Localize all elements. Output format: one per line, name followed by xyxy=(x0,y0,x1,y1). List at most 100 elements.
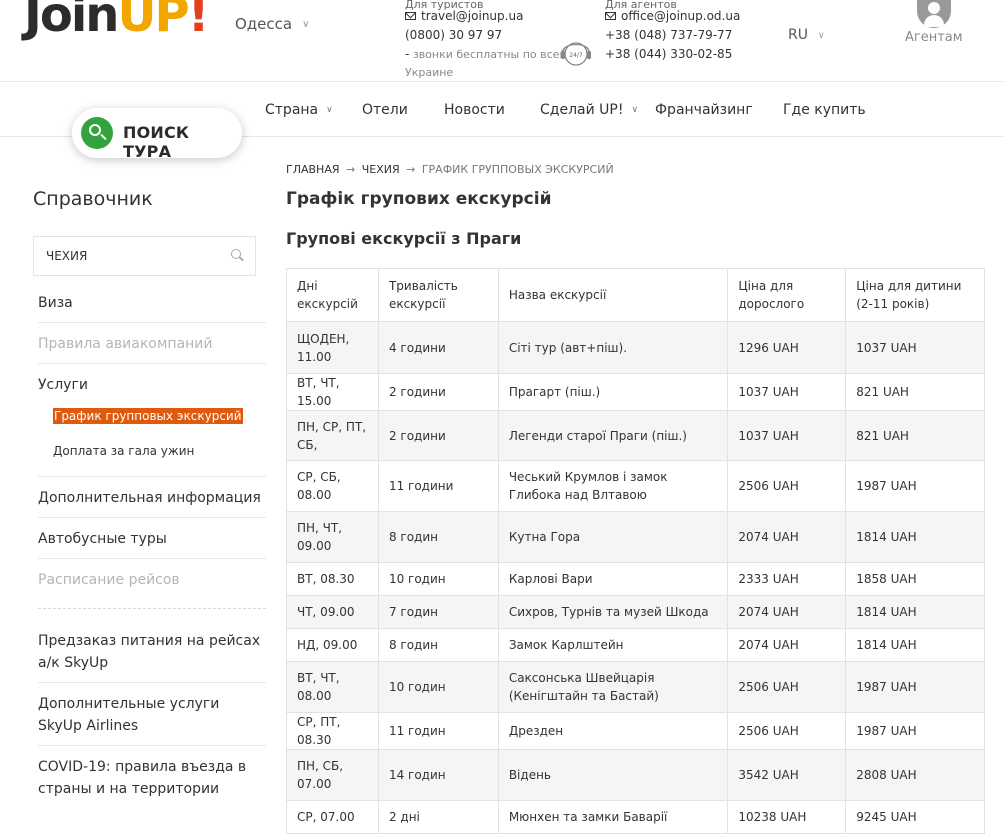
table-cell-col-child-price: 1987 UAH xyxy=(845,712,985,750)
table-cell-col-days: ПН, ЧТ, 09.00 xyxy=(286,511,379,563)
sidebar-search-value: ЧЕХИЯ xyxy=(46,249,88,263)
sidebar-item-meal-preorder[interactable]: Предзаказ питания на рейсах а/к SkyUp xyxy=(38,630,268,674)
table-cell-col-name: Відень xyxy=(497,749,729,801)
table-cell-col-duration: 2 години xyxy=(377,410,499,461)
table-cell-col-name: Мюнхен та замки Баварії xyxy=(497,800,729,834)
table-cell-col-duration: 11 годин xyxy=(377,712,499,750)
breadcrumb-home[interactable]: ГЛАВНАЯ xyxy=(286,163,340,176)
nav-item-make-up[interactable]: Сделай UP! ∨ xyxy=(540,102,638,118)
nav-item-label: Отели xyxy=(362,102,408,118)
table-header: Дні екскурсій Тривалість екскурсії Назва е… xyxy=(286,268,985,322)
chevron-down-icon: ∨ xyxy=(302,19,310,30)
table-cell-col-days: ВТ, ЧТ, 15.00 xyxy=(286,373,379,411)
sidebar-item-airline-rules[interactable]: Правила авиакомпаний xyxy=(38,333,213,355)
nav-item-country[interactable]: Страна ∨ xyxy=(265,102,333,118)
sidebar-divider xyxy=(38,363,266,364)
column-header-col-child-price: Ціна для дитини (2-11 років) xyxy=(845,268,985,322)
tourists-phone[interactable]: (0800) 30 97 97 xyxy=(405,26,567,45)
table-cell-col-child-price: 1858 UAH xyxy=(845,562,985,596)
city-selector[interactable]: Одесса ∨ xyxy=(235,15,309,33)
chevron-down-icon: ∨ xyxy=(326,105,333,115)
nav-item-news[interactable]: Новости xyxy=(444,102,505,118)
sidebar-subitem-gala-dinner[interactable]: Доплата за гала ужин xyxy=(53,444,194,458)
table-cell-col-adult-price: 1037 UAH xyxy=(727,410,847,461)
breadcrumb: ГЛАВНАЯ → ЧЕХИЯ → ГРАФИК ГРУППОВЫХ ЭКСКУ… xyxy=(286,163,614,176)
search-tour-button[interactable]: ПОИСК ТУРА xyxy=(72,108,242,161)
table-cell-col-days: СР, 07.00 xyxy=(286,800,379,834)
chevron-down-icon: ∨ xyxy=(631,105,639,115)
nav-item-franchising[interactable]: Франчайзинг xyxy=(655,102,753,118)
table-cell-col-duration: 8 годин xyxy=(377,628,499,662)
logo-exclamation: ! xyxy=(187,0,210,43)
table-cell-col-name: Чеський Крумлов і замок Глибока над Влта… xyxy=(497,460,729,512)
table-row: СР, 07.00 2 дні Мюнхен та замки Баварії 102… xyxy=(286,800,985,834)
sidebar-item-extra-info[interactable]: Дополнительная информация xyxy=(38,487,261,509)
table-cell-col-child-price: 1814 UAH xyxy=(845,595,985,629)
agents-phone-2[interactable]: +38 (044) 330-02-85 xyxy=(605,45,740,64)
table-cell-col-duration: 4 години xyxy=(377,321,499,374)
table-cell-col-adult-price: 3542 UAH xyxy=(727,749,847,801)
table-cell-col-adult-price: 2074 UAH xyxy=(727,628,847,662)
table-cell-col-days: ПН, СБ, 07.00 xyxy=(286,749,379,801)
table-cell-col-days: НД, 09.00 xyxy=(286,628,379,662)
search-icon xyxy=(81,117,113,149)
table-cell-col-duration: 2 години xyxy=(377,373,499,411)
table-cell-col-child-price: 1987 UAH xyxy=(845,661,985,713)
logo-join-text: Join xyxy=(24,0,119,43)
table-row: СР, СБ, 08.00 11 години Чеський Крумлов і … xyxy=(286,460,985,512)
sidebar-subitem-group-excursions[interactable]: График групповых экскурсий xyxy=(53,408,243,424)
search-icon[interactable] xyxy=(231,249,245,263)
sidebar-item-bus-tours[interactable]: Автобусные туры xyxy=(38,528,167,550)
logo[interactable]: JoinUP! xyxy=(24,0,210,44)
table-cell-col-adult-price: 2506 UAH xyxy=(727,460,847,512)
table-cell-col-days: СР, ПТ, 08.30 xyxy=(286,712,379,750)
table-cell-col-child-price: 821 UAH xyxy=(845,410,985,461)
sidebar-search-input[interactable]: ЧЕХИЯ xyxy=(33,236,256,276)
table-cell-col-duration: 10 годин xyxy=(377,661,499,713)
table-cell-col-name: Замок Карлштейн xyxy=(497,628,729,662)
table-cell-col-name: Дрезден xyxy=(497,712,729,750)
nav-item-where-to-buy[interactable]: Где купить xyxy=(783,102,866,118)
agents-contacts: Для агентов office@joinup.od.ua +38 (048… xyxy=(605,0,740,64)
free-calls-note: - звонки бесплатны по всей xyxy=(405,45,567,64)
column-header-col-duration: Тривалість екскурсії xyxy=(377,268,499,322)
table-row: ПН, СР, ПТ, СБ, 2 години Легенди старої Пр… xyxy=(286,410,985,461)
table-cell-col-child-price: 1814 UAH xyxy=(845,628,985,662)
table-cell-col-adult-price: 2506 UAH xyxy=(727,661,847,713)
table-cell-col-adult-price: 10238 UAH xyxy=(727,800,847,834)
nav-item-label: Новости xyxy=(444,102,505,118)
language-selector[interactable]: RU ∨ xyxy=(788,27,825,43)
chevron-down-icon: ∨ xyxy=(817,31,825,41)
table-row: ЩОДЕН, 11.00 4 години Сіті тур (авт+піш). 1… xyxy=(286,321,985,374)
table-cell-col-child-price: 1987 UAH xyxy=(845,460,985,512)
table-row: ПН, СБ, 07.00 14 годин Відень 3542 UAH 2808 … xyxy=(286,749,985,801)
agents-login[interactable]: Агентам xyxy=(905,0,963,45)
table-cell-col-duration: 11 години xyxy=(377,460,499,512)
table-cell-col-child-price: 821 UAH xyxy=(845,373,985,411)
sidebar-divider xyxy=(38,682,266,683)
sidebar-item-visa[interactable]: Виза xyxy=(38,292,73,314)
breadcrumb-arrow: → xyxy=(346,163,356,176)
table-cell-col-name: Кутна Гора xyxy=(497,511,729,563)
table-cell-col-duration: 14 годин xyxy=(377,749,499,801)
table-row: ВТ, 08.30 10 годин Карлові Вари 2333 UAH 185… xyxy=(286,562,985,596)
sidebar-item-flight-schedule[interactable]: Расписание рейсов xyxy=(38,569,180,591)
breadcrumb-country[interactable]: ЧЕХИЯ xyxy=(362,163,400,176)
sidebar-item-covid[interactable]: COVID-19: правила въезда в страны и на т… xyxy=(38,756,263,800)
sidebar-item-skyup-services[interactable]: Дополнительные услуги SkyUp Airlines xyxy=(38,693,263,737)
nav-item-label: Франчайзинг xyxy=(655,102,753,118)
table-cell-col-adult-price: 1037 UAH xyxy=(727,373,847,411)
table-cell-col-days: ПН, СР, ПТ, СБ, xyxy=(286,410,379,461)
agents-phone-1[interactable]: +38 (048) 737-79-77 xyxy=(605,26,740,45)
table-cell-col-adult-price: 1296 UAH xyxy=(727,321,847,374)
table-row: ПН, ЧТ, 09.00 8 годин Кутна Гора 2074 UAH 18… xyxy=(286,511,985,563)
table-cell-col-name: Карлові Вари xyxy=(497,562,729,596)
sidebar-item-services[interactable]: Услуги xyxy=(38,374,88,396)
table-body: ЩОДЕН, 11.00 4 години Сіті тур (авт+піш). 1… xyxy=(286,321,985,834)
nav-item-hotels[interactable]: Отели xyxy=(362,102,408,118)
logo-up-text: UP xyxy=(117,0,189,43)
sidebar-divider xyxy=(38,558,266,559)
sidebar-divider xyxy=(38,517,266,518)
note-line2: Украине xyxy=(405,66,454,79)
nav-item-label: Где купить xyxy=(783,102,866,118)
